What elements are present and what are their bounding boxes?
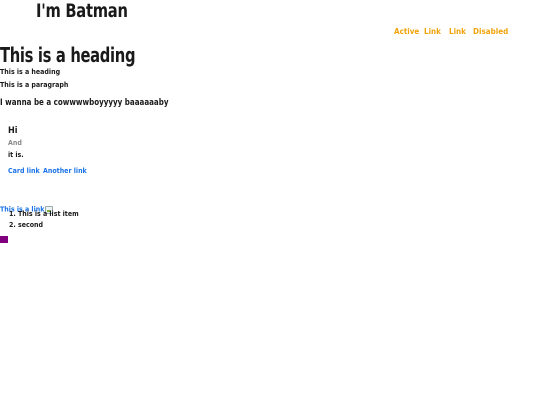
ordered-list: 1. This is a list item 2. second [9, 209, 79, 230]
navbar-links: Active Link Link Disabled [0, 27, 540, 39]
nav-link-2[interactable]: Link [449, 27, 466, 36]
list-item: 1. This is a list item [9, 210, 79, 218]
small-heading: This is a heading [0, 68, 61, 76]
link-row: This is a link [0, 199, 54, 214]
navbar-brand[interactable]: I'm Batman [36, 0, 128, 22]
page-heading: This is a heading [0, 43, 136, 67]
card-text: it is. [8, 151, 24, 159]
card-link[interactable]: Card link [8, 167, 40, 175]
list-item: 2. second [9, 220, 44, 229]
card: Hi And it is. Card link Another link [8, 126, 208, 182]
purple-box [0, 236, 8, 243]
nav-link-1[interactable]: Link [424, 27, 441, 36]
card-another-link[interactable]: Another link [43, 167, 87, 175]
card-title: Hi [8, 126, 18, 136]
page: I'm Batman Active Link Link Disabled Thi… [0, 0, 540, 405]
paragraph: This is a paragraph [0, 81, 69, 89]
card-subtitle: And [8, 139, 22, 147]
lead-text: I wanna be a cowwwwboyyyyy baaaaaaby [0, 98, 169, 108]
nav-link-disabled[interactable]: Disabled [473, 27, 508, 36]
nav-link-active[interactable]: Active [394, 27, 419, 36]
